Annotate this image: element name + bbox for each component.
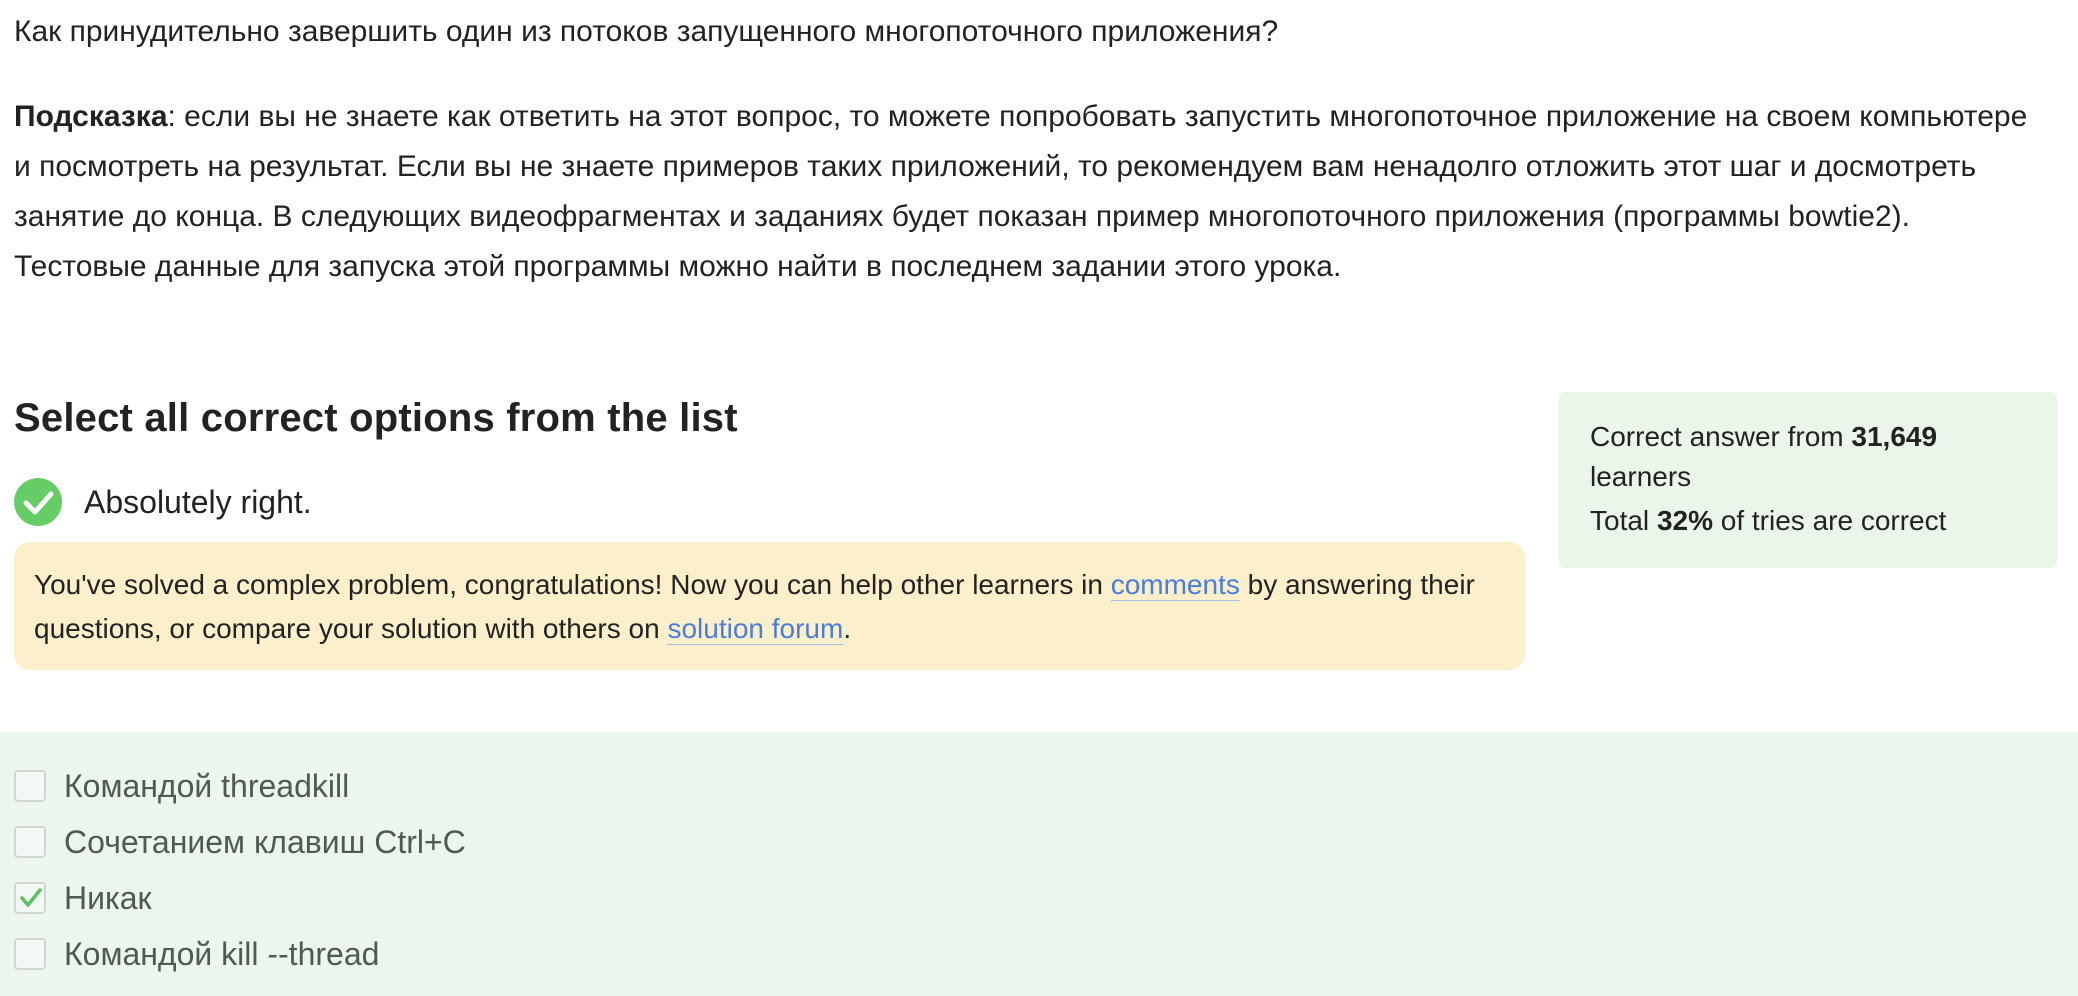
option-checkbox[interactable] [14, 938, 46, 970]
option-checkbox-checked[interactable] [14, 882, 46, 914]
comments-link[interactable]: comments [1110, 569, 1240, 601]
hint-label: Подсказка [14, 100, 168, 133]
option-item[interactable]: Сочетанием клавиш Ctrl+C [14, 822, 466, 862]
stats-learners-count: 31,649 [1851, 421, 1938, 452]
stats-prefix: Correct answer from [1590, 421, 1852, 452]
option-item[interactable]: Командой threadkill [14, 766, 349, 806]
check-circle-icon [14, 478, 62, 526]
option-item[interactable]: Никак [14, 878, 151, 918]
option-label: Командой kill --thread [64, 936, 380, 972]
section-title: Select all correct options from the list [14, 396, 738, 440]
question-text: Как принудительно завершить один из пото… [14, 15, 1279, 48]
stats-panel: Correct answer from 31,649 learners Tota… [1559, 392, 2057, 568]
stats-learners-line: Correct answer from 31,649 learners [1590, 417, 2027, 497]
stats-total-suffix: of tries are correct [1712, 505, 1947, 536]
stats-percent-line: Total 32% of tries are correct [1590, 501, 2027, 541]
options-list: Командой threadkill Сочетанием клавиш Ct… [0, 732, 2078, 996]
option-label: Командой threadkill [64, 768, 350, 804]
option-label: Никак [64, 880, 152, 916]
option-item[interactable]: Командой kill --thread [14, 934, 379, 974]
option-checkbox[interactable] [14, 826, 46, 858]
checkmark-icon [20, 888, 42, 907]
notice-text-before: You've solved a complex problem, congrat… [34, 569, 1111, 600]
hint-text: : если вы не знаете как ответить на этот… [14, 100, 2028, 283]
stats-total-prefix: Total [1590, 505, 1657, 536]
stats-suffix: learners [1590, 461, 1692, 492]
result-message: Absolutely right. [84, 484, 312, 520]
option-checkbox[interactable] [14, 770, 46, 802]
congratulations-notice: You've solved a complex problem, congrat… [14, 542, 1525, 670]
notice-text-after: . [843, 613, 852, 644]
hint-paragraph: Подсказка: если вы не знаете как ответит… [14, 92, 2044, 292]
stats-percent: 32% [1656, 505, 1713, 536]
option-label: Сочетанием клавиш Ctrl+C [64, 824, 466, 860]
solution-forum-link[interactable]: solution forum [667, 613, 844, 645]
